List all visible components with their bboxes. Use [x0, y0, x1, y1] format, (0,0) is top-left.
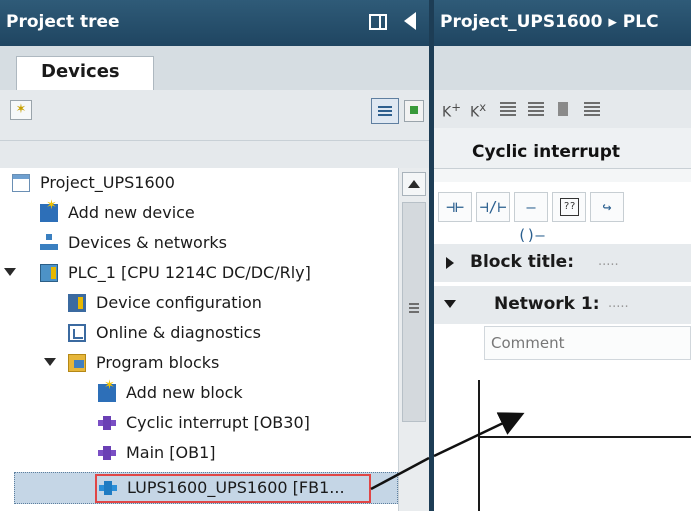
align-icon[interactable] — [582, 100, 604, 120]
open-branch-button[interactable]: ↪ — [590, 192, 624, 222]
no-contact-button[interactable]: ⊣⊢ — [438, 192, 472, 222]
lad-favorites-bar: ⊣⊢ ⊣/⊢ –()– ?? ↪ — [434, 182, 691, 244]
plc-icon — [40, 264, 58, 282]
tree-item-project[interactable]: Project_UPS1600 — [0, 168, 398, 198]
block-name: Cyclic interrupt — [472, 142, 621, 162]
tree-scrollbar[interactable] — [398, 168, 429, 511]
tree-item-label: Add new device — [68, 203, 195, 222]
tree-list: Project_UPS1600 Add new device Devices &… — [0, 168, 398, 511]
delete-network-icon[interactable]: Kx — [470, 100, 492, 121]
network-row[interactable]: Network 1: ..... — [434, 286, 691, 324]
block-title-label: Block title: — [470, 252, 575, 272]
tree-item-label: Program blocks — [96, 353, 220, 372]
block-editor: Project_UPS1600 ▸ PLC K+ Kx Cyclic inter… — [434, 0, 691, 511]
folder-icon — [68, 354, 86, 372]
project-icon — [12, 174, 30, 192]
interface-splitter[interactable] — [434, 168, 691, 182]
tree-item-plc[interactable]: PLC_1 [CPU 1214C DC/DC/Rly] — [0, 258, 398, 288]
device-config-icon — [68, 294, 86, 312]
split-view-icon[interactable] — [369, 14, 387, 30]
tab-devices[interactable]: Devices — [16, 56, 154, 90]
tree-item-add-new-block[interactable]: Add new block — [0, 378, 398, 408]
network-icon — [40, 234, 58, 252]
tree-item-label: Online & diagnostics — [96, 323, 261, 342]
network-title-placeholder[interactable]: ..... — [608, 296, 629, 311]
network-label: Network 1: — [494, 294, 600, 314]
breadcrumb: Project_UPS1600 ▸ PLC — [440, 12, 659, 32]
nc-contact-button[interactable]: ⊣/⊢ — [476, 192, 510, 222]
tree-item-cyclic-interrupt[interactable]: Cyclic interrupt [OB30] — [0, 408, 398, 438]
block-interface-icon[interactable] — [554, 100, 576, 120]
comment-placeholder: Comment — [491, 334, 565, 352]
tree-item-devices-networks[interactable]: Devices & networks — [0, 228, 398, 258]
collapse-arrow-icon[interactable] — [444, 300, 456, 308]
tree-item-label: PLC_1 [CPU 1214C DC/DC/Rly] — [68, 263, 311, 282]
tab-strip: Devices — [0, 46, 429, 90]
block-name-bar: Cyclic interrupt — [434, 128, 691, 168]
block-title-row[interactable]: Block title: ..... — [434, 244, 691, 282]
tree-item-label: Cyclic interrupt [OB30] — [126, 413, 310, 432]
editor-header: Project_UPS1600 ▸ PLC — [434, 0, 691, 46]
tree-toolbar: ✶ — [0, 90, 429, 140]
rung-line — [478, 436, 691, 438]
ob-block-icon — [98, 444, 116, 462]
editor-toolbar: K+ Kx — [434, 90, 691, 128]
collapse-arrow-icon[interactable] — [404, 12, 416, 30]
project-tree-title: Project tree — [6, 12, 120, 32]
ob-block-icon — [98, 414, 116, 432]
block-title-placeholder[interactable]: ..... — [598, 254, 619, 269]
expand-arrow-icon[interactable] — [446, 257, 454, 269]
empty-box-icon: ?? — [560, 198, 579, 216]
new-folder-icon[interactable]: ✶ — [10, 100, 32, 120]
project-tree-header: Project tree — [0, 0, 429, 46]
tree-item-online-diagnostics[interactable]: Online & diagnostics — [0, 318, 398, 348]
grip-icon — [409, 307, 419, 309]
tree-column-header — [0, 140, 429, 168]
coil-button[interactable]: –()– — [514, 192, 548, 244]
project-tree-panel: Project tree Devices ✶ Project_UPS1600 A… — [0, 0, 429, 511]
ladder-rung-area[interactable] — [434, 364, 691, 511]
export-icon[interactable] — [404, 100, 424, 122]
add-row-icon[interactable] — [526, 100, 548, 120]
insert-row-icon[interactable] — [498, 100, 520, 120]
tree-item-label: Device configuration — [96, 293, 262, 312]
tree-item-program-blocks[interactable]: Program blocks — [0, 348, 398, 378]
expand-arrow-icon[interactable] — [44, 358, 56, 366]
tree-item-label: Project_UPS1600 — [40, 173, 175, 192]
tree-item-label: Add new block — [126, 383, 243, 402]
tree-item-add-new-device[interactable]: Add new device — [0, 198, 398, 228]
online-diagnostics-icon — [68, 324, 86, 342]
tree-item-main[interactable]: Main [OB1] — [0, 438, 398, 468]
network-comment-field[interactable]: Comment — [484, 326, 691, 360]
tree-item-device-configuration[interactable]: Device configuration — [0, 288, 398, 318]
empty-box-button[interactable]: ?? — [552, 192, 586, 222]
editor-band — [434, 46, 691, 90]
add-block-icon — [98, 378, 116, 402]
tree-item-label: Devices & networks — [68, 233, 228, 252]
selection-highlight — [95, 474, 371, 503]
expand-arrow-icon[interactable] — [4, 268, 16, 276]
add-device-icon — [40, 198, 58, 222]
insert-network-icon[interactable]: K+ — [442, 100, 464, 121]
scroll-thumb[interactable] — [402, 202, 426, 422]
list-view-icon[interactable] — [371, 98, 399, 124]
tree-item-label: Main [OB1] — [126, 443, 216, 462]
scroll-up-icon[interactable] — [402, 172, 426, 196]
power-rail — [478, 380, 480, 511]
